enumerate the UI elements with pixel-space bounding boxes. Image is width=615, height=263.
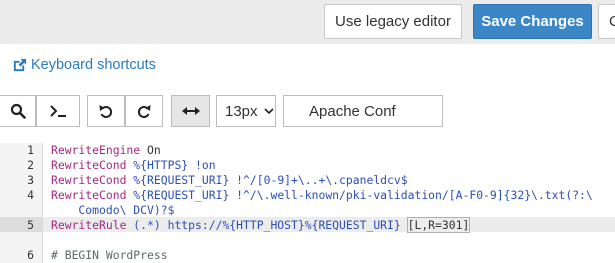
- variable: %{REQUEST_URI}: [126, 173, 230, 187]
- code-text: On: [140, 143, 161, 157]
- partial-button[interactable]: C: [598, 4, 615, 39]
- goto-line-button[interactable]: [36, 95, 80, 127]
- external-link-icon: [13, 58, 27, 71]
- wrap-toggle-button[interactable]: [171, 95, 210, 127]
- code-line: # BEGIN WordPress: [51, 248, 168, 263]
- line-number: 3: [27, 173, 34, 187]
- save-changes-button[interactable]: Save Changes: [473, 4, 592, 39]
- font-size-select[interactable]: 13px: [216, 95, 276, 127]
- line-number: 2: [27, 158, 34, 172]
- code-line: RewriteRule (.*) https://%{HTTP_HOST}%{R…: [51, 217, 471, 233]
- code-text: !^/[0-9]+\..+\.cpaneldcv$: [229, 173, 408, 187]
- directive: RewriteEngine: [51, 143, 141, 157]
- font-size-value: 13px: [225, 102, 258, 120]
- use-legacy-editor-button[interactable]: Use legacy editor: [324, 4, 462, 39]
- directive: RewriteCond: [51, 173, 127, 187]
- mode-value: Apache Conf: [309, 102, 396, 120]
- code-text: !^/\.well-known/pki-validation/[A-F0-9]{…: [229, 188, 593, 202]
- chevron-down-icon: [263, 108, 274, 115]
- code-line: RewriteCond %{REQUEST_URI} !^/\.well-kno…: [51, 188, 593, 203]
- code-text: !on: [188, 158, 216, 172]
- code-editor[interactable]: 1 2 3 4 5 6 RewriteEngine On RewriteCond…: [0, 143, 615, 263]
- mode-select[interactable]: Apache Conf: [283, 95, 443, 127]
- redo-button[interactable]: [125, 95, 163, 127]
- top-action-bar: Use legacy editor Save Changes C: [0, 0, 615, 44]
- search-button[interactable]: [0, 95, 36, 127]
- search-icon: [10, 103, 26, 119]
- terminal-icon: [50, 105, 66, 117]
- code-text: (.*) https://%{HTTP_HOST}%{REQUEST_URI}: [126, 218, 408, 232]
- line-number: 6: [27, 248, 34, 262]
- rewrite-flags: [L,R=301]: [406, 217, 471, 233]
- directive: RewriteRule: [51, 218, 127, 232]
- keyboard-shortcuts-link[interactable]: Keyboard shortcuts: [12, 57, 156, 73]
- code-line: RewriteCond %{REQUEST_URI} !^/[0-9]+\..+…: [51, 173, 408, 188]
- code-text: Comodo\ DCV)?$: [51, 203, 175, 217]
- horizontal-arrows-icon: [181, 107, 200, 115]
- line-number: 1: [27, 143, 34, 157]
- line-number: 5: [27, 218, 34, 232]
- code-line: RewriteEngine On: [51, 143, 161, 158]
- directive: RewriteCond: [51, 158, 127, 172]
- variable: %{REQUEST_URI}: [126, 188, 230, 202]
- directive: RewriteCond: [51, 188, 127, 202]
- keyboard-shortcuts-label: Keyboard shortcuts: [31, 57, 156, 73]
- variable: %{HTTPS}: [126, 158, 189, 172]
- undo-icon: [99, 105, 112, 118]
- redo-icon: [138, 105, 151, 118]
- line-number: 4: [27, 188, 34, 202]
- code-line-wrapped: Comodo\ DCV)?$: [51, 203, 174, 218]
- comment: # BEGIN WordPress: [51, 248, 168, 262]
- undo-button[interactable]: [87, 95, 125, 127]
- code-line: RewriteCond %{HTTPS} !on: [51, 158, 216, 173]
